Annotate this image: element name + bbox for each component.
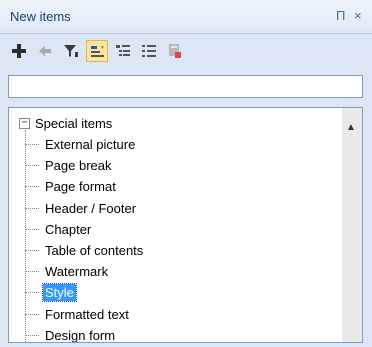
- close-icon[interactable]: ×: [354, 9, 362, 23]
- sort-az-icon[interactable]: [86, 40, 108, 62]
- toolbar: [6, 38, 366, 68]
- tree-connector: [25, 271, 39, 273]
- tree-item-label: Formatted text: [45, 306, 129, 322]
- add-icon[interactable]: [8, 40, 30, 62]
- tree-root-special-items[interactable]: Special items: [35, 116, 112, 131]
- tree-connector: [25, 292, 39, 294]
- tree-connector: [25, 250, 39, 251]
- panel-title: New items: [10, 9, 71, 24]
- tree-item-label: Page format: [45, 179, 116, 195]
- tree-connector-line: [25, 130, 26, 342]
- tree-connector: [25, 334, 39, 336]
- tree-connector: [25, 207, 39, 209]
- tree-item-label: Style: [42, 283, 77, 303]
- delete-icon[interactable]: [164, 40, 186, 62]
- tree-item-label: Page break: [45, 158, 112, 174]
- panel-titlebar: New items Π ×: [0, 0, 372, 34]
- tree-connector: [25, 144, 39, 145]
- scroll-up-icon[interactable]: ▲: [346, 122, 356, 133]
- tree-item-label: Design form: [45, 327, 116, 343]
- tree-item-label: Chapter: [45, 221, 92, 237]
- list-view-icon[interactable]: [138, 40, 160, 62]
- tree-connector: [25, 228, 39, 230]
- search-input[interactable]: [8, 75, 363, 98]
- tree-connector: [25, 186, 39, 188]
- tree-item-label: Table of contents: [45, 243, 144, 258]
- tree-item-label: Watermark: [45, 264, 109, 280]
- pin-icon[interactable]: Π: [336, 9, 345, 23]
- tree-connector: [25, 165, 39, 167]
- tree-view[interactable]: − Special items External picture Page bre…: [8, 107, 363, 343]
- tree-connector: [25, 313, 39, 315]
- filter-icon[interactable]: [60, 40, 82, 62]
- collapse-icon[interactable]: −: [19, 118, 30, 129]
- tree-item-label: External picture: [45, 137, 136, 152]
- tree-view-icon[interactable]: [112, 40, 134, 62]
- tree-item-label: Header / Footer: [45, 200, 137, 216]
- vertical-scrollbar[interactable]: ▲: [342, 108, 362, 342]
- back-arrow-icon[interactable]: [34, 40, 56, 62]
